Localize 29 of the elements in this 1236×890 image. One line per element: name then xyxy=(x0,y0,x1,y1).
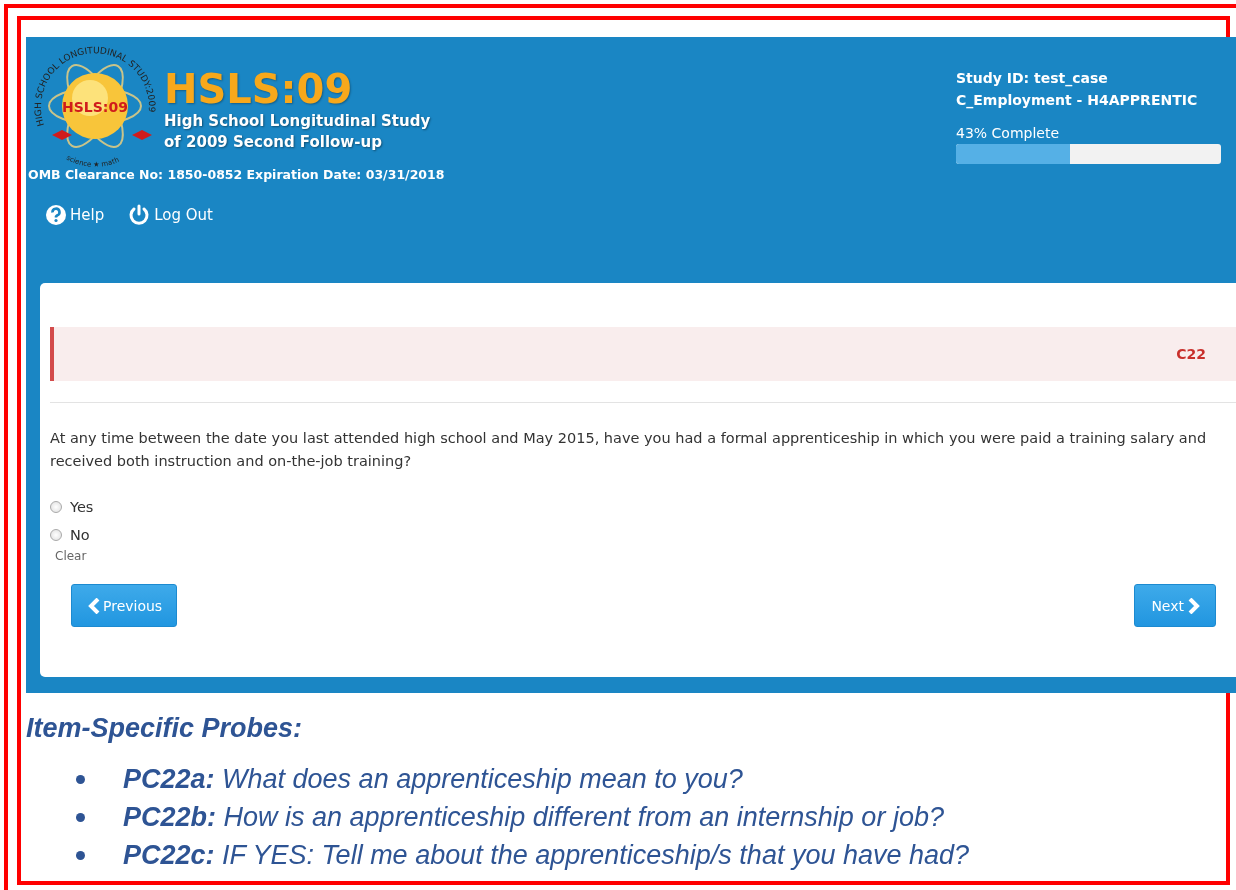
option-label[interactable]: Yes xyxy=(70,499,94,515)
bullet-icon xyxy=(76,774,85,784)
help-link[interactable]: Help xyxy=(46,204,105,226)
progress-label: 43% Complete xyxy=(956,125,1061,141)
clear-link[interactable]: Clear xyxy=(55,549,87,563)
power-icon xyxy=(128,204,151,226)
probe-text: PC22b: How is an apprenticeship different from an internship or job? xyxy=(123,801,944,834)
help-icon xyxy=(46,205,66,225)
radio-button[interactable] xyxy=(50,529,62,541)
clearance-text: OMB Clearance No: 1850-0852 Expiration Date: 03/31/2018 xyxy=(28,167,445,182)
probe-text: PC22a: What does an apprenticeship mean to you? xyxy=(123,763,743,796)
chevron-right-icon xyxy=(1187,597,1201,614)
section-name: C_Employment - H4APPRENTIC xyxy=(956,91,1199,111)
probe-text: PC22c: IF YES: Tell me about the apprenticeship/s that you have had? xyxy=(123,839,970,872)
option-label[interactable]: No xyxy=(70,527,90,543)
previous-button[interactable]: Previous xyxy=(71,584,178,627)
chevron-left-icon xyxy=(88,597,100,614)
question-code: C22 xyxy=(1176,346,1206,362)
radio-button[interactable] xyxy=(50,501,62,513)
question-text: At any time between the date you last attended high school and May 2015, have you had a formal apprenticeship in which you were paid a training salary and received both instruction and on-the-job training? xyxy=(50,429,1208,471)
probes-heading: Item-Specific Probes: xyxy=(26,713,304,744)
bullet-icon xyxy=(76,812,85,822)
bullet-icon xyxy=(76,850,85,860)
app-title: HSLS:09 xyxy=(164,67,354,111)
app-subtitle: High School Longitudinal Study xyxy=(164,111,431,132)
study-id: Study ID: test_case xyxy=(956,69,1109,89)
next-button[interactable]: Next xyxy=(1134,584,1216,627)
app-subtitle: of 2009 Second Follow-up xyxy=(164,132,383,153)
logout-link[interactable]: Log Out xyxy=(128,204,213,226)
